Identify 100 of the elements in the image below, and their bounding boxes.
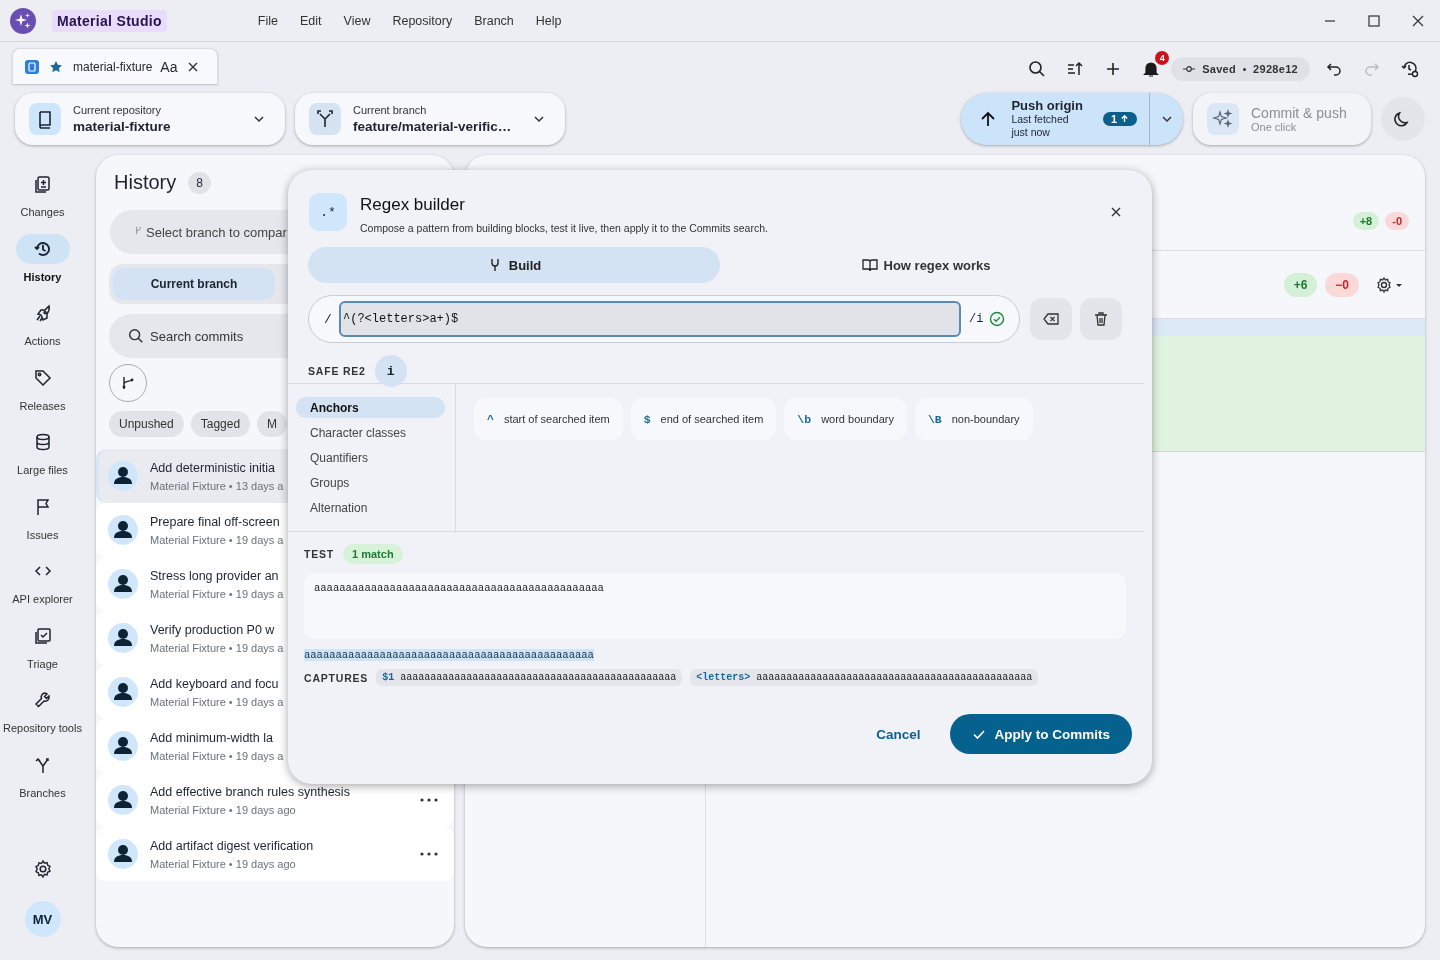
token-chip[interactable]: $ end of searched item — [630, 398, 777, 440]
close-icon[interactable] — [1412, 14, 1424, 27]
selector-value: feature/material-verific… — [353, 118, 513, 134]
info-button[interactable]: i — [374, 355, 407, 387]
category-item[interactable]: Character classes — [296, 422, 445, 443]
notification-count: 4 — [1155, 51, 1170, 65]
nav-item[interactable]: Changes — [2, 169, 83, 234]
maximize-icon[interactable] — [1368, 14, 1380, 27]
added-count: +6 — [1283, 272, 1318, 297]
category-item[interactable]: Groups — [296, 472, 445, 493]
font-size-button[interactable]: Aa — [160, 58, 178, 75]
section-label: TEST — [304, 548, 335, 560]
menu-item[interactable]: View — [334, 9, 380, 32]
app-name: Material Studio — [52, 9, 167, 32]
tab-label: material-fixture — [73, 59, 153, 74]
search-icon — [127, 327, 145, 345]
author-avatar-icon — [108, 785, 138, 815]
filter-chip[interactable]: M — [257, 411, 288, 437]
menu-item[interactable]: Help — [526, 9, 571, 32]
push-subtitle: Last fetched just now — [1011, 113, 1070, 139]
commit-row[interactable]: Add artifact digest verification Material Fixture • 19 days ago — [96, 827, 454, 881]
menu-item[interactable]: Edit — [291, 9, 331, 32]
more-icon[interactable] — [420, 852, 438, 856]
separator-dot — [1243, 67, 1247, 71]
commit-title: Verify production P0 w — [150, 622, 275, 637]
close-icon[interactable] — [187, 60, 200, 73]
nav-item[interactable]: Issues — [2, 491, 83, 556]
tag-icon — [32, 367, 53, 388]
nav-item[interactable]: Large files — [2, 427, 83, 492]
menu-item[interactable]: File — [248, 9, 287, 32]
theme-toggle-button[interactable] — [1381, 96, 1425, 141]
fork-icon — [309, 102, 341, 135]
history-settings-icon[interactable] — [1400, 59, 1420, 79]
book-icon — [861, 257, 878, 273]
removed-count: -0 — [1385, 212, 1409, 230]
segment-tab[interactable]: Current branch — [113, 268, 275, 300]
author-avatar-icon — [108, 461, 138, 491]
commit-title: Add artifact digest verification — [150, 838, 314, 853]
selector-label: Current repository — [73, 103, 163, 116]
branch-icon — [134, 226, 143, 235]
regex-icon: .* — [309, 193, 347, 231]
test-text-field[interactable]: aaaaaaaaaaaaaaaaaaaaaaaaaaaaaaaaaaaaaaaaaaaaaa — [304, 573, 1126, 639]
book-icon — [29, 102, 61, 135]
save-status[interactable]: Saved 2928e12 — [1171, 57, 1310, 81]
repository-selector[interactable]: Current repository material-fixture — [15, 92, 285, 145]
token-chip[interactable]: \B non-boundary — [914, 398, 1033, 440]
more-icon[interactable] — [420, 798, 438, 802]
star-icon[interactable] — [49, 59, 63, 74]
nav-item[interactable]: Branches — [2, 749, 83, 814]
author-avatar-icon — [108, 569, 138, 599]
branch-selector[interactable]: Current branch feature/material-verific… — [295, 92, 565, 145]
mode-tab[interactable]: How regex works — [720, 247, 1132, 283]
backspace-icon — [1042, 310, 1061, 328]
panel-title: History — [114, 171, 177, 194]
pattern-field[interactable]: / ^(?<letters>a+)$ /i — [308, 295, 1021, 343]
capture-chip: $1 aaaaaaaaaaaaaaaaaaaaaaaaaaaaaaaaaaaaaaaaaaaaaa — [376, 669, 683, 686]
commit-meta: Material Fixture • 19 days ago — [150, 803, 296, 816]
nav-item[interactable]: Actions — [2, 298, 83, 363]
clear-pattern-button[interactable] — [1030, 298, 1073, 340]
user-avatar[interactable]: MV — [24, 901, 61, 937]
commit-meta: Material Fixture • 19 days a — [150, 533, 284, 546]
filter-chip[interactable]: Tagged — [190, 411, 251, 437]
commit-icon — [1183, 63, 1196, 75]
category-item[interactable]: Quantifiers — [296, 447, 445, 468]
category-item[interactable]: Anchors — [296, 397, 445, 418]
apply-button[interactable]: Apply to Commits — [950, 714, 1132, 754]
token-chip[interactable]: \b word boundary — [784, 398, 907, 440]
author-avatar-icon — [108, 623, 138, 653]
menu-item[interactable]: Repository — [383, 9, 462, 32]
removed-count: −0 — [1325, 272, 1359, 297]
commit-row[interactable]: Add effective branch rules synthesis Material Fixture • 19 days ago — [96, 773, 454, 827]
nav-item[interactable]: Releases — [2, 362, 83, 427]
nav-item[interactable]: API explorer — [2, 556, 83, 621]
pattern-delimiter: / — [324, 311, 333, 327]
ahead-count: 1 — [1102, 111, 1137, 126]
pattern-flags: /i — [969, 312, 984, 326]
cancel-button[interactable]: Cancel — [872, 718, 925, 750]
settings-icon[interactable] — [32, 859, 53, 879]
nav-item[interactable]: History — [2, 233, 83, 298]
author-avatar-icon — [108, 515, 138, 545]
close-icon[interactable] — [1110, 206, 1122, 218]
nav-item[interactable]: Repository tools — [2, 685, 83, 750]
branch-graph-icon — [121, 376, 135, 390]
commit-meta: Material Fixture • 19 days a — [150, 695, 284, 708]
section-label: CAPTURES — [304, 671, 369, 684]
commit-title: Add deterministic initia — [150, 460, 276, 475]
wrench-icon — [32, 690, 53, 710]
delete-button[interactable] — [1080, 298, 1122, 340]
nav-item[interactable]: Triage — [2, 620, 83, 685]
push-title: Push origin — [1011, 98, 1083, 113]
status-text: Saved — [1202, 63, 1237, 75]
mode-tab[interactable]: Build — [308, 247, 720, 283]
commit-meta: Material Fixture • 19 days ago — [150, 857, 296, 870]
token-chip[interactable]: ^ start of searched item — [474, 398, 623, 440]
document-plus-icon — [32, 174, 53, 194]
filter-chip[interactable]: Unpushed — [109, 411, 184, 437]
commit-title: Prepare final off-screen — [150, 514, 280, 529]
menu-item[interactable]: Branch — [465, 9, 523, 32]
match-count: 1 match — [343, 544, 403, 564]
repository-tab[interactable]: material-fixture Aa — [12, 48, 218, 84]
